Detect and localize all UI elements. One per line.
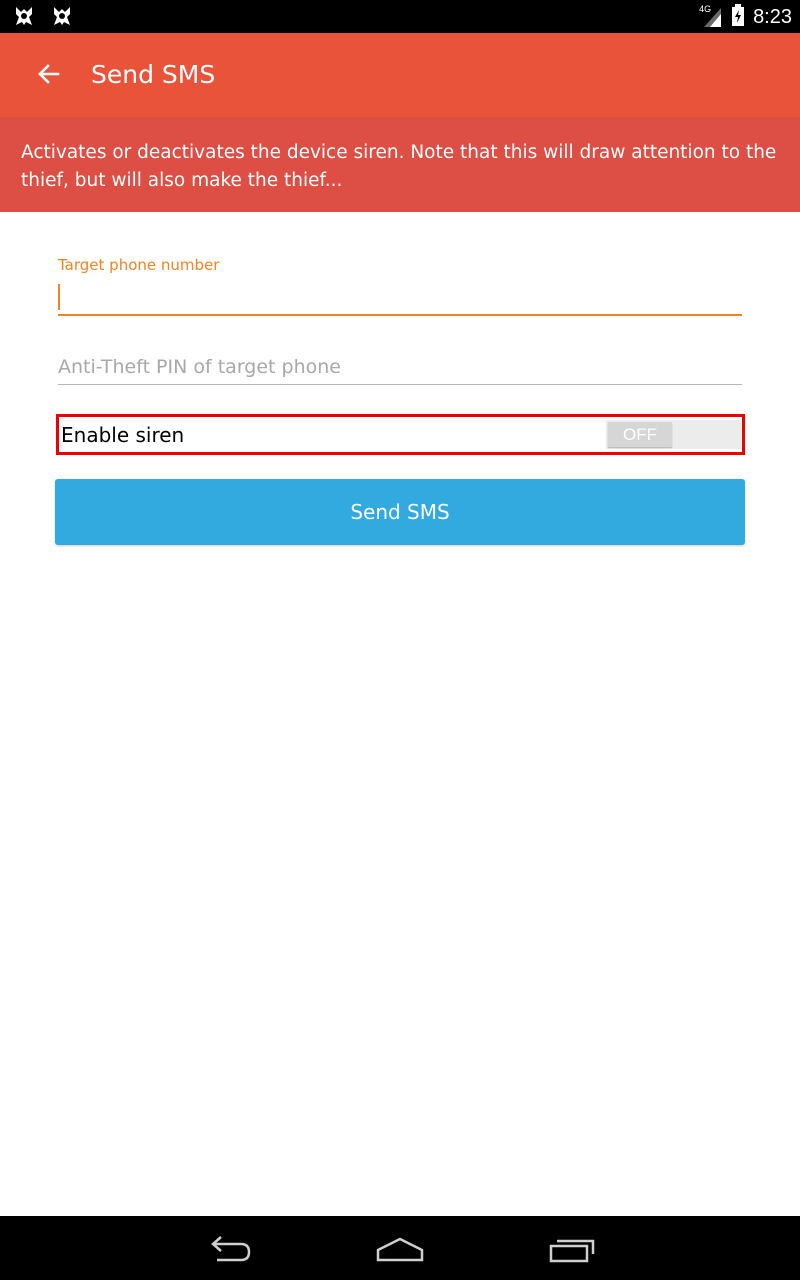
pin-input[interactable] [58, 350, 742, 385]
phone-field-label: Target phone number [58, 256, 220, 274]
text-cursor [58, 284, 60, 310]
enable-siren-label: Enable siren [61, 423, 185, 447]
avast-icon [50, 5, 74, 31]
siren-toggle[interactable]: OFF [606, 420, 741, 449]
avast-icon [12, 5, 36, 31]
phone-number-input[interactable] [58, 280, 742, 316]
home-icon [376, 1237, 424, 1262]
page-title: Send SMS [91, 60, 216, 89]
back-icon [211, 1236, 251, 1262]
toggle-thumb: OFF [608, 422, 672, 447]
signal-icon: 4G [699, 4, 723, 28]
nav-recents-button[interactable] [548, 1232, 598, 1266]
description-banner: Activates or deactivates the device sire… [0, 117, 800, 212]
recents-icon [549, 1239, 595, 1263]
status-bar: 4G 8:23 [0, 0, 800, 33]
back-button[interactable] [34, 59, 64, 89]
notification-icons [12, 5, 74, 31]
send-sms-button[interactable]: Send SMS [55, 479, 745, 545]
arrow-left-icon [38, 64, 60, 84]
app-bar: Send SMS [0, 33, 800, 117]
clock: 8:23 [753, 5, 792, 28]
battery-icon [731, 4, 745, 30]
nav-back-button[interactable] [205, 1232, 255, 1266]
nav-home-button[interactable] [375, 1232, 425, 1266]
navigation-bar [0, 1216, 800, 1280]
banner-text: Activates or deactivates the device sire… [21, 142, 777, 191]
enable-siren-row[interactable]: Enable siren OFF [56, 414, 745, 455]
